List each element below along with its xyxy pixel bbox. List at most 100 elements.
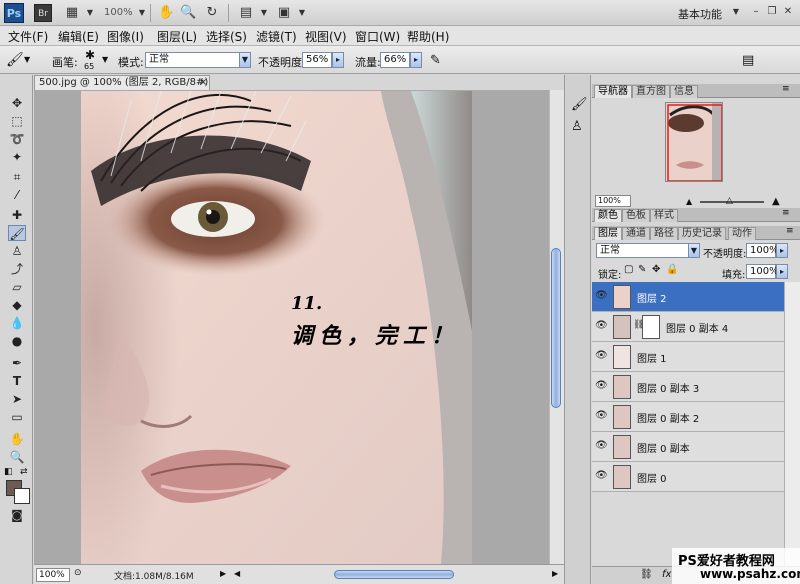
brush-panel-icon[interactable]: 🖌 [571,97,588,112]
minimize-icon[interactable]: – [750,6,762,18]
paint-bucket-tool-icon[interactable]: ◆ [8,297,26,313]
canvas-image[interactable]: 11. 调色，完工！ 全中 [81,91,472,564]
chevron-down-icon[interactable]: ▼ [82,5,98,21]
horizontal-scroll-thumb[interactable] [334,570,454,579]
blur-tool-icon[interactable]: 💧 [8,315,26,331]
chevron-down-icon[interactable]: ▼ [102,55,108,64]
layer-row[interactable]: 👁 图层 1 [592,342,784,372]
lock-all-icon[interactable]: 🔒 [666,264,678,275]
layer-row[interactable]: 👁 图层 0 副本 3 [592,372,784,402]
zoom-slider-handle-icon[interactable]: △ [726,196,733,206]
healing-brush-tool-icon[interactable]: ✚ [8,207,26,223]
menu-layer[interactable]: 图层(L) [157,28,197,45]
status-info-icon[interactable]: ⊙ [74,568,82,578]
layer-row[interactable]: 👁 图层 0 副本 2 [592,402,784,432]
menu-filter[interactable]: 滤镜(T) [256,28,297,45]
layer-blend-mode-select[interactable]: 正常 [596,243,700,258]
layer-row[interactable]: 👁 图层 0 [592,462,784,492]
zoom-tool-icon[interactable]: 🔍 [8,449,26,465]
tab-channels[interactable]: 通道 [622,227,650,240]
brush-panel-icon[interactable]: ▤ [742,53,754,68]
eyedropper-tool-icon[interactable]: ⁄ [8,187,26,203]
chevron-down-icon[interactable]: ▼ [24,55,30,64]
chevron-down-icon[interactable]: ▼ [688,243,700,258]
lock-position-icon[interactable]: ✥ [652,264,660,275]
opacity-field[interactable]: 56% [302,52,332,68]
workspace-switcher[interactable]: 基本功能 [678,6,722,22]
menu-view[interactable]: 视图(V) [305,28,347,45]
scroll-left-icon[interactable]: ◀ [234,569,240,578]
brush-tool-icon[interactable]: 🖌 [8,225,26,241]
type-tool-icon[interactable]: T [8,373,26,389]
status-menu-arrow-icon[interactable]: ▶ [220,569,226,578]
brush-preview-icon[interactable]: ✱ [82,48,98,62]
chevron-down-icon[interactable]: ▼ [256,5,272,21]
layer-row[interactable]: 👁 ⛓ 图层 0 副本 4 [592,312,784,342]
eye-icon[interactable]: 👁 [595,320,608,332]
layer-fill-arrow-icon[interactable]: ▸ [776,264,788,279]
zoom-out-icon[interactable]: ▲ [686,197,692,206]
background-color-swatch[interactable] [14,488,30,504]
clone-source-panel-icon[interactable]: ♙ [571,119,583,134]
eraser-tool-icon[interactable]: ▱ [8,279,26,295]
menu-image[interactable]: 图像(I) [107,28,144,45]
flow-slider-arrow-icon[interactable]: ▸ [410,52,422,68]
quick-select-tool-icon[interactable]: ✦ [8,149,26,165]
rotate-view-icon[interactable]: ↻ [204,5,220,21]
menu-file[interactable]: 文件(F) [8,28,48,45]
eye-icon[interactable]: 👁 [595,440,608,452]
hand-tool-icon[interactable]: ✋ [8,431,26,447]
arrange-documents-icon[interactable]: ▤ [238,5,254,21]
zoom-level-dropdown[interactable]: 100% [104,7,133,18]
opacity-slider-arrow-icon[interactable]: ▸ [332,52,344,68]
close-icon[interactable]: ✕ [782,6,794,18]
clone-stamp-tool-icon[interactable]: ♙ [8,243,26,259]
eye-icon[interactable]: 👁 [595,410,608,422]
eye-icon[interactable]: 👁 [595,290,608,302]
chevron-down-icon[interactable]: ▼ [239,52,251,68]
panel-menu-icon[interactable]: ≡ [786,226,794,236]
layer-opacity-field[interactable]: 100% [746,243,779,258]
airbrush-icon[interactable]: ✎ [430,53,441,68]
chevron-down-icon[interactable]: ▼ [294,5,310,21]
vertical-scroll-thumb[interactable] [551,248,561,408]
view-extras-icon[interactable]: ▦ [64,5,80,21]
layer-fill-field[interactable]: 100% [746,264,779,279]
layer-row[interactable]: 👁 图层 2 [592,282,784,312]
panel-menu-icon[interactable]: ≡ [782,84,790,94]
scroll-right-icon[interactable]: ▶ [552,569,558,578]
dodge-tool-icon[interactable]: ● [8,333,26,349]
chevron-down-icon[interactable]: ▼ [730,6,742,18]
eye-icon[interactable]: 👁 [595,350,608,362]
navigator-zoom-field[interactable]: 100% [595,195,631,207]
tab-actions[interactable]: 动作 [728,227,756,240]
shape-tool-icon[interactable]: ▭ [8,409,26,425]
tab-history[interactable]: 历史记录 [678,227,726,240]
lasso-tool-icon[interactable]: ➰ [8,131,26,147]
layer-style-icon[interactable]: fx [662,569,671,580]
default-colors-icon[interactable]: ◧ [4,467,13,477]
swap-colors-icon[interactable]: ⇄ [20,467,28,477]
eye-icon[interactable]: 👁 [595,380,608,392]
zoom-tool-icon[interactable]: 🔍 [180,5,196,21]
link-layers-icon[interactable]: ⛓ [640,569,653,580]
bridge-button[interactable]: Br [34,4,52,22]
menu-select[interactable]: 选择(S) [206,28,247,45]
brush-tool-preset-icon[interactable]: 🖌 [6,52,24,68]
crop-tool-icon[interactable]: ⌗ [8,169,26,185]
menu-window[interactable]: 窗口(W) [355,28,400,45]
tab-layers[interactable]: 图层 [594,227,622,240]
tab-paths[interactable]: 路径 [650,227,678,240]
menu-edit[interactable]: 编辑(E) [58,28,99,45]
close-icon[interactable]: × [199,76,207,90]
screen-mode-icon[interactable]: ▣ [276,5,292,21]
menu-help[interactable]: 帮助(H) [407,28,449,45]
tab-color[interactable]: 颜色 [594,209,622,222]
tab-swatches[interactable]: 色板 [622,209,650,222]
panel-menu-icon[interactable]: ≡ [782,208,790,218]
marquee-tool-icon[interactable]: ⬚ [8,113,26,129]
chevron-down-icon[interactable]: ▼ [134,5,150,21]
layer-opacity-arrow-icon[interactable]: ▸ [776,243,788,258]
path-selection-tool-icon[interactable]: ➤ [8,391,26,407]
pen-tool-icon[interactable]: ✒ [8,355,26,371]
